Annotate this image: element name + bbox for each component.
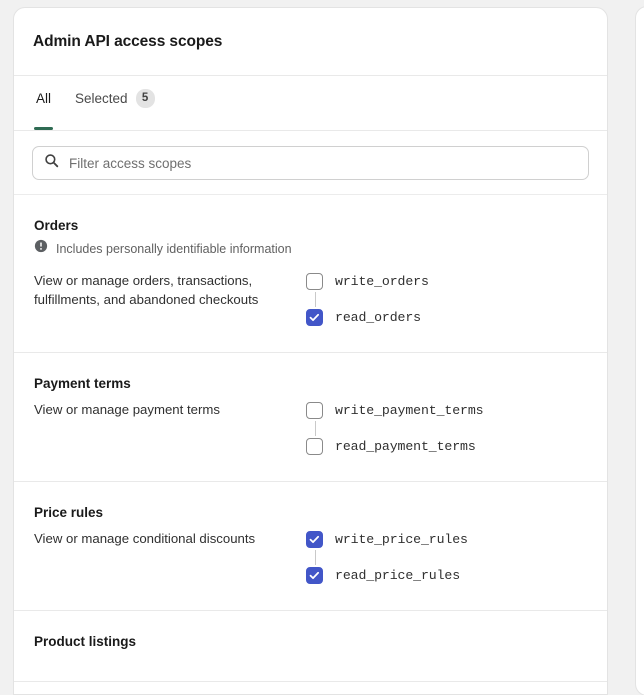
tab-all[interactable]: All [24,76,63,130]
card-header: Admin API access scopes [14,8,607,76]
scope-label: read_orders [335,310,421,325]
section-body: View or manage orders, transactions, ful… [34,270,589,328]
scope-connector-line [315,292,316,307]
scope-row[interactable]: write_orders [306,271,429,307]
scrollbar[interactable] [606,195,607,688]
admin-api-scopes-card: Admin API access scopes All Selected 5 F… [13,7,608,695]
alert-circle-icon [34,239,48,258]
tab-active-underline [34,127,54,130]
scope-label: write_price_rules [335,532,468,547]
section-scopes: write_price_rules read_price_rules [306,528,468,586]
scope-row[interactable]: write_payment_terms [306,400,484,436]
checkbox-read-orders[interactable] [306,309,323,326]
scope-connector-line [315,421,316,436]
scope-label: write_orders [335,274,429,289]
pii-notice: Includes personally identifiable informa… [34,239,589,258]
search-box[interactable] [32,146,589,180]
scope-section-price-rules: Price rules View or manage conditional d… [14,482,607,611]
scopes-scroll-area[interactable]: Orders Includes personally identifiable … [14,194,607,688]
checkbox-write-payment-terms[interactable] [306,402,323,419]
dialog-root: Admin API access scopes All Selected 5 F… [0,0,644,695]
pii-notice-text: Includes personally identifiable informa… [56,241,292,256]
section-scopes: write_orders read_orders [306,270,429,328]
scope-row[interactable]: write_price_rules [306,529,468,565]
search-input[interactable] [69,155,577,171]
search-icon [44,153,59,173]
right-side-panel [635,6,644,695]
tab-selected[interactable]: Selected 5 [63,76,167,120]
section-body: View or manage payment terms write_payme… [34,399,589,457]
section-title: Orders [34,218,79,233]
scope-row[interactable]: read_payment_terms [306,436,483,457]
scope-label: write_payment_terms [335,403,484,418]
scope-label: read_payment_terms [335,439,476,454]
scope-section-orders: Orders Includes personally identifiable … [14,195,607,353]
tab-selected-badge: 5 [135,88,155,108]
scope-row[interactable]: read_orders [306,307,429,328]
section-title: Product listings [34,634,137,649]
checkbox-write-orders[interactable] [306,273,323,290]
page-title: Admin API access scopes [33,32,223,50]
scope-section-payment-terms: Payment terms View or manage payment ter… [14,353,607,482]
checkbox-read-price-rules[interactable] [306,567,323,584]
section-title: Payment terms [34,376,131,391]
tab-selected-label: Selected [75,90,128,106]
section-title: Price rules [34,505,104,520]
checkbox-write-price-rules[interactable] [306,531,323,548]
section-description: View or manage payment terms [34,402,220,417]
checkbox-read-payment-terms[interactable] [306,438,323,455]
tab-all-label: All [36,90,52,106]
scope-connector-line [315,550,316,565]
section-description: View or manage orders, transactions, ful… [34,273,259,307]
section-scopes: write_payment_terms read_payment_terms [306,399,484,457]
tab-bar: All Selected 5 [14,76,607,131]
scopes-list: Orders Includes personally identifiable … [14,195,607,682]
section-description: View or manage conditional discounts [34,531,256,546]
section-body: View or manage conditional discounts wri… [34,528,589,586]
scope-section-product-listings: Product listings [14,611,607,682]
scope-label: read_price_rules [335,568,461,583]
scope-row[interactable]: read_price_rules [306,565,468,586]
filter-row [14,131,607,194]
